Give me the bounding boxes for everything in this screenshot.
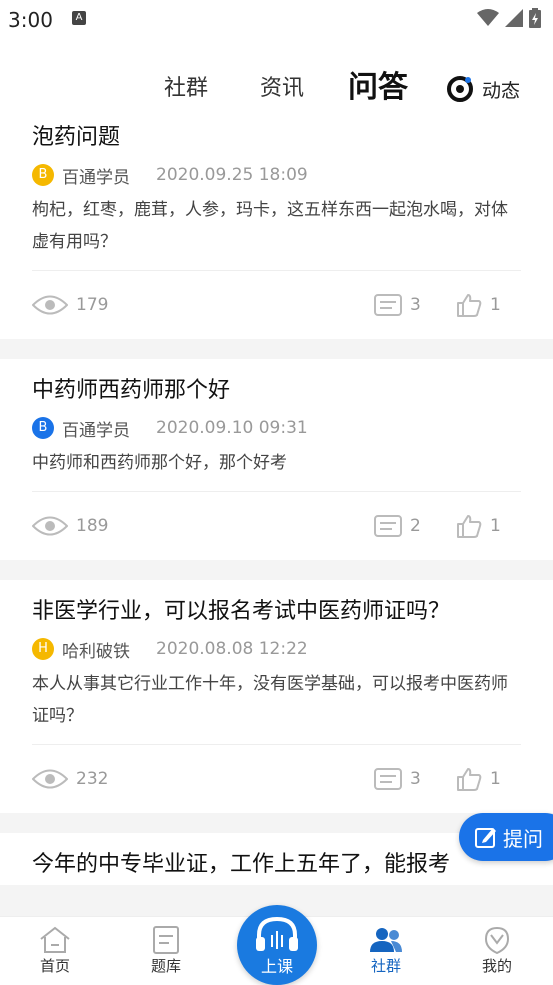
status-time: 3:00 bbox=[8, 8, 53, 32]
like-button[interactable]: 1 bbox=[456, 514, 501, 538]
likes-count: 1 bbox=[490, 295, 501, 315]
community-icon bbox=[370, 928, 402, 952]
edit-icon bbox=[475, 828, 496, 848]
dynamic-button[interactable]: 动态 bbox=[446, 75, 520, 103]
thumb-up-icon bbox=[457, 515, 482, 538]
like-button[interactable]: 1 bbox=[456, 767, 501, 791]
tab-mine[interactable]: 我的 bbox=[457, 925, 537, 976]
tab-news[interactable]: 资讯 bbox=[260, 70, 304, 102]
post-date: 2020.09.25 18:09 bbox=[156, 165, 308, 185]
dynamic-label: 动态 bbox=[482, 79, 521, 102]
thumb-up-icon bbox=[457, 768, 482, 791]
bottom-tab-bar: 首页 题库 上课 社群 我的 bbox=[0, 905, 553, 985]
post-stats: 179 3 1 bbox=[32, 270, 521, 339]
tab-home[interactable]: 首页 bbox=[15, 925, 95, 976]
tab-class[interactable]: 上课 bbox=[237, 905, 317, 985]
post-author: 哈利破铁 bbox=[62, 641, 130, 662]
avatar: B bbox=[32, 417, 54, 439]
tab-mine-label: 我的 bbox=[481, 957, 512, 975]
comments-count: 3 bbox=[410, 295, 421, 315]
headphones-icon bbox=[256, 916, 298, 951]
post-card[interactable]: 中药师西药师那个好 B 百通学员 2020.09.10 09:31 中药师和西药… bbox=[0, 359, 553, 560]
tab-community-label: 社群 bbox=[370, 957, 401, 975]
comment-button[interactable]: 3 bbox=[374, 294, 421, 316]
post-title[interactable]: 中药师西药师那个好 bbox=[32, 359, 521, 411]
views-count: 189 bbox=[76, 516, 109, 536]
views-count: 232 bbox=[76, 769, 109, 789]
views-stat: 179 bbox=[32, 294, 108, 316]
views-count: 179 bbox=[76, 295, 109, 315]
post-card[interactable]: 泡药问题 B 百通学员 2020.09.25 18:09 枸杞，红枣，鹿茸，人参… bbox=[0, 118, 553, 339]
post-title[interactable]: 非医学行业，可以报名考试中医药师证吗？ bbox=[32, 580, 521, 632]
tab-class-label: 上课 bbox=[260, 957, 293, 976]
eye-icon bbox=[32, 769, 68, 789]
tab-question-bank-label: 题库 bbox=[150, 957, 181, 975]
comments-count: 3 bbox=[410, 769, 421, 789]
avatar: H bbox=[32, 638, 54, 660]
likes-count: 1 bbox=[490, 769, 501, 789]
tab-community-bottom[interactable]: 社群 bbox=[346, 925, 426, 976]
comment-icon bbox=[374, 768, 402, 790]
ask-label: 提问 bbox=[503, 826, 543, 851]
comments-count: 2 bbox=[410, 516, 421, 536]
post-author: 百通学员 bbox=[62, 167, 130, 188]
tab-community[interactable]: 社群 bbox=[164, 70, 208, 102]
views-stat: 189 bbox=[32, 515, 108, 537]
likes-count: 1 bbox=[490, 516, 501, 536]
post-author: 百通学员 bbox=[62, 420, 130, 441]
eye-icon bbox=[32, 516, 68, 536]
post-meta: H 哈利破铁 2020.08.08 12:22 bbox=[32, 632, 521, 666]
home-icon bbox=[40, 926, 70, 953]
comment-button[interactable]: 3 bbox=[374, 768, 421, 790]
post-stats: 232 3 1 bbox=[32, 744, 521, 813]
post-date: 2020.08.08 12:22 bbox=[156, 639, 308, 659]
profile-icon bbox=[484, 926, 510, 954]
comment-button[interactable]: 2 bbox=[374, 515, 421, 537]
eye-icon bbox=[32, 295, 68, 315]
thumb-up-icon bbox=[457, 294, 482, 317]
signal-icon bbox=[505, 9, 523, 27]
views-stat: 232 bbox=[32, 768, 108, 790]
battery-icon bbox=[529, 8, 541, 28]
post-body: 本人从事其它行业工作十年，没有医学基础，可以报考中医药师证吗？ bbox=[32, 674, 508, 726]
status-icons bbox=[477, 8, 541, 28]
comment-icon bbox=[374, 294, 402, 316]
tab-qa[interactable]: 问答 bbox=[348, 62, 408, 106]
post-body: 枸杞，红枣，鹿茸，人参，玛卡，这五样东西一起泡水喝，对体虚有用吗？ bbox=[32, 200, 508, 252]
wifi-icon bbox=[477, 9, 499, 26]
post-meta: B 百通学员 2020.09.10 09:31 bbox=[32, 411, 521, 445]
question-bank-icon bbox=[153, 926, 179, 954]
comment-icon bbox=[374, 515, 402, 537]
tab-home-label: 首页 bbox=[39, 957, 70, 975]
like-button[interactable]: 1 bbox=[456, 293, 501, 317]
post-card[interactable]: 非医学行业，可以报名考试中医药师证吗？ H 哈利破铁 2020.08.08 12… bbox=[0, 580, 553, 813]
post-stats: 189 2 1 bbox=[32, 491, 521, 560]
post-meta: B 百通学员 2020.09.25 18:09 bbox=[32, 158, 521, 192]
qa-feed[interactable]: 泡药问题 B 百通学员 2020.09.25 18:09 枸杞，红枣，鹿茸，人参… bbox=[0, 118, 553, 916]
post-title[interactable]: 泡药问题 bbox=[32, 118, 521, 158]
dynamic-icon bbox=[447, 76, 473, 102]
post-title[interactable]: 今年的中专毕业证，工作上五年了，能报考 bbox=[32, 833, 521, 885]
ask-question-button[interactable]: 提问 bbox=[459, 813, 553, 861]
post-body: 中药师和西药师那个好，那个好考 bbox=[32, 453, 287, 473]
notification-icon: A bbox=[72, 11, 86, 25]
post-date: 2020.09.10 09:31 bbox=[156, 418, 308, 438]
tab-question-bank[interactable]: 题库 bbox=[126, 925, 206, 976]
top-tabs: 社群 资讯 问答 动态 bbox=[0, 40, 553, 118]
status-bar: 3:00 A bbox=[0, 0, 553, 40]
avatar: B bbox=[32, 164, 54, 186]
